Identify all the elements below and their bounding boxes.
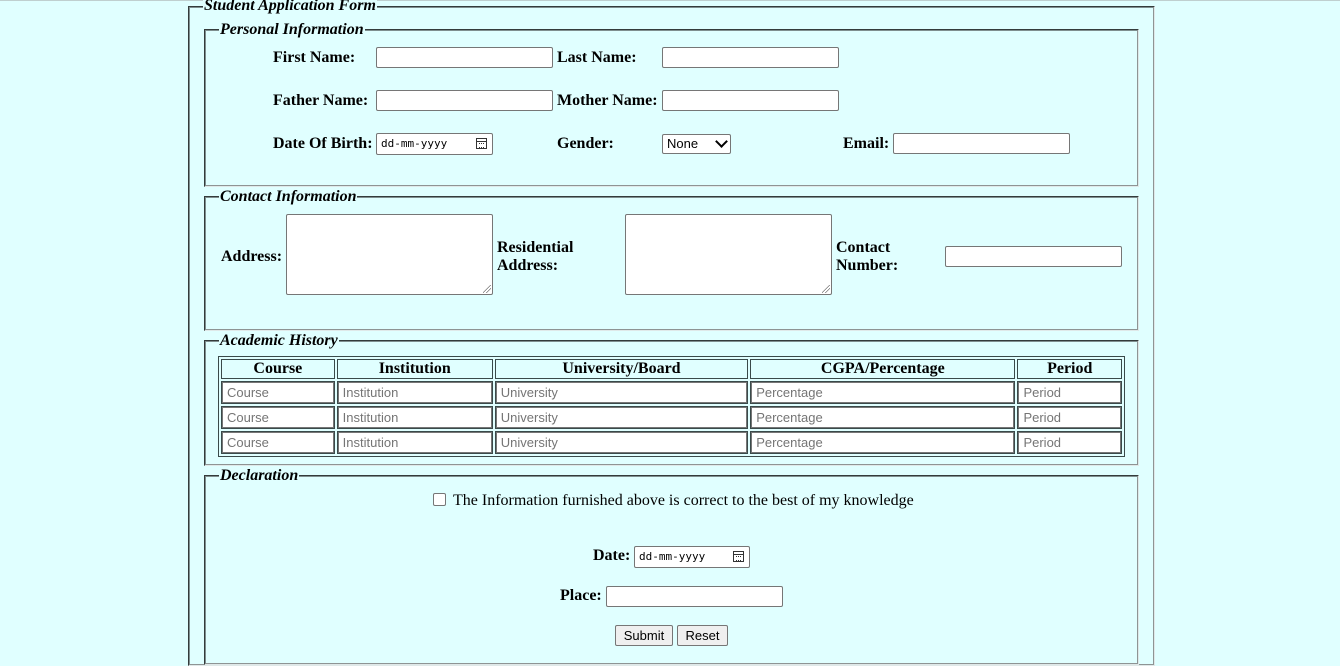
resize-grip-icon[interactable] [822,285,830,293]
place-label: Place: [560,587,602,604]
residential-address-label: Residential Address: [497,239,573,275]
residential-label-line2: Address: [497,257,559,274]
table-header-row: Course Institution University/Board CGPA… [221,359,1122,379]
address-textarea[interactable] [286,214,493,295]
gender-selected-value: None [667,136,699,151]
form-title: Student Application Form [203,0,377,15]
personal-info-legend: Personal Information [219,21,365,39]
period-input[interactable]: Period [1018,432,1121,453]
top-border [0,0,1340,1]
percentage-input[interactable]: Percentage [751,382,1015,403]
mother-name-label: Mother Name: [557,92,658,109]
address-label: Address: [221,248,283,265]
resize-grip-icon[interactable] [483,285,491,293]
mother-name-input[interactable] [662,90,839,111]
academic-history-legend: Academic History [219,332,339,350]
email-label: Email: [843,135,890,152]
contact-info-legend: Contact Information [219,188,358,206]
header-period: Period [1017,359,1122,379]
institution-input[interactable]: Institution [337,407,492,428]
submit-button[interactable]: Submit [615,625,673,646]
father-name-input[interactable] [376,90,553,111]
header-course: Course [221,359,335,379]
place-input[interactable] [606,586,783,607]
contact-number-label: Contact Number: [836,239,898,275]
contact-number-input[interactable] [945,246,1122,267]
table-row: Course Institution University Percentage… [221,431,1122,454]
period-input[interactable]: Period [1018,407,1121,428]
first-name-label: First Name: [273,49,356,66]
course-input[interactable]: Course [222,432,334,453]
chevron-down-icon [715,135,728,148]
university-input[interactable]: University [495,407,748,428]
institution-input[interactable]: Institution [337,382,492,403]
declaration-legend: Declaration [219,467,300,485]
institution-input[interactable]: Institution [337,432,492,453]
period-input[interactable]: Period [1018,382,1121,403]
dob-label: Date Of Birth: [273,135,373,152]
dob-placeholder: dd-mm-yyyy [381,137,448,150]
declaration-statement: The Information furnished above is corre… [453,492,914,509]
first-name-input[interactable] [376,47,553,68]
declaration-date-placeholder: dd-mm-yyyy [639,550,706,563]
declaration-checkbox[interactable] [433,493,446,506]
reset-button[interactable]: Reset [677,625,728,646]
declaration-date-label: Date: [593,547,631,564]
email-input[interactable] [893,133,1070,154]
residential-label-line1: Residential [497,239,574,256]
university-input[interactable]: University [495,432,748,453]
table-row: Course Institution University Percentage… [221,381,1122,404]
course-input[interactable]: Course [222,382,334,403]
header-university: University/Board [494,359,749,379]
course-input[interactable]: Course [222,407,334,428]
dob-input[interactable]: dd-mm-yyyy [376,133,493,155]
contact-label-line1: Contact [836,239,891,256]
calendar-icon[interactable] [733,551,744,562]
table-row: Course Institution University Percentage… [221,406,1122,429]
percentage-input[interactable]: Percentage [751,432,1015,453]
last-name-input[interactable] [662,47,839,68]
declaration-date-input[interactable]: dd-mm-yyyy [634,546,750,568]
contact-label-line2: Number: [836,257,899,274]
father-name-label: Father Name: [273,92,369,109]
university-input[interactable]: University [495,382,748,403]
academic-history-table: Course Institution University/Board CGPA… [218,356,1125,457]
header-institution: Institution [336,359,493,379]
percentage-input[interactable]: Percentage [751,407,1015,428]
residential-address-textarea[interactable] [625,214,832,295]
calendar-icon[interactable] [476,138,487,149]
last-name-label: Last Name: [557,49,637,66]
gender-label: Gender: [557,135,614,152]
header-cgpa: CGPA/Percentage [750,359,1016,379]
gender-select[interactable]: None [662,134,731,154]
